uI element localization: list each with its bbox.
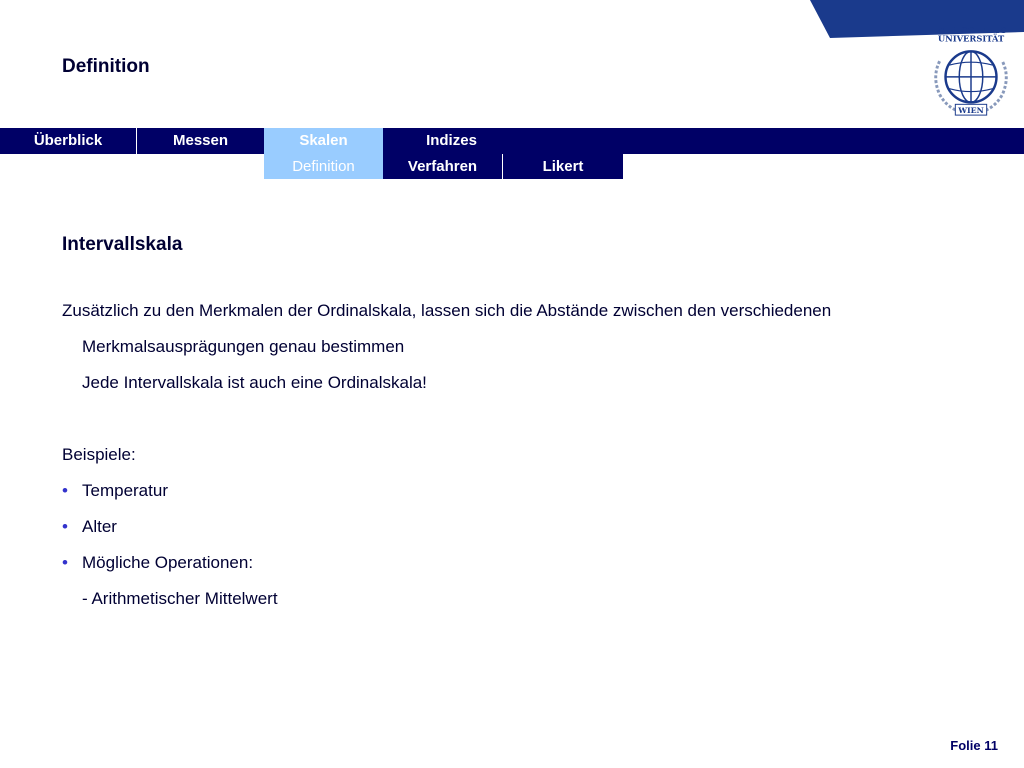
bullet-icon: • (62, 517, 68, 536)
list-item: • Mögliche Operationen: (62, 545, 982, 581)
subtab-likert[interactable]: Likert (503, 154, 623, 179)
definition-line-3: Jede Intervallskala ist auch eine Ordina… (82, 373, 427, 392)
page-title: Definition (62, 56, 150, 77)
svg-text:WIEN: WIEN (957, 106, 984, 115)
subtab-definition[interactable]: Definition (264, 154, 383, 179)
slide-content: Intervallskala Zusätzlich zu den Merkmal… (62, 234, 982, 617)
main-nav: Überblick Messen Skalen Indizes (0, 128, 1024, 154)
slide-number: Folie 11 (950, 738, 998, 753)
subtab-verfahren[interactable]: Verfahren (383, 154, 502, 179)
list-item-text: Alter (82, 517, 117, 536)
svg-text:UNIVERSITÄT: UNIVERSITÄT (938, 32, 1005, 44)
bullet-icon: • (62, 553, 68, 572)
tab-skalen[interactable]: Skalen (264, 128, 383, 154)
tab-indizes[interactable]: Indizes (383, 128, 520, 154)
list-item: • Alter (62, 509, 982, 545)
section-heading: Intervallskala (62, 234, 183, 255)
bullet-icon: • (62, 481, 68, 500)
list-item: • Temperatur (62, 473, 982, 509)
tab-messen[interactable]: Messen (137, 128, 264, 154)
list-item-text: Temperatur (82, 481, 168, 500)
definition-line-2: Merkmalsausprägungen genau bestimmen (82, 337, 405, 356)
tab-ueberblick[interactable]: Überblick (0, 128, 136, 154)
examples-label: Beispiele: (62, 445, 136, 464)
definition-line-1: Zusätzlich zu den Merkmalen der Ordinals… (62, 301, 832, 320)
sub-list-item: - Arithmetischer Mittelwert (82, 589, 278, 608)
university-logo: WIRTSCHAFTS UNIVERSITÄT WIEN (922, 22, 1020, 120)
list-item-text: Mögliche Operationen: (82, 553, 254, 572)
